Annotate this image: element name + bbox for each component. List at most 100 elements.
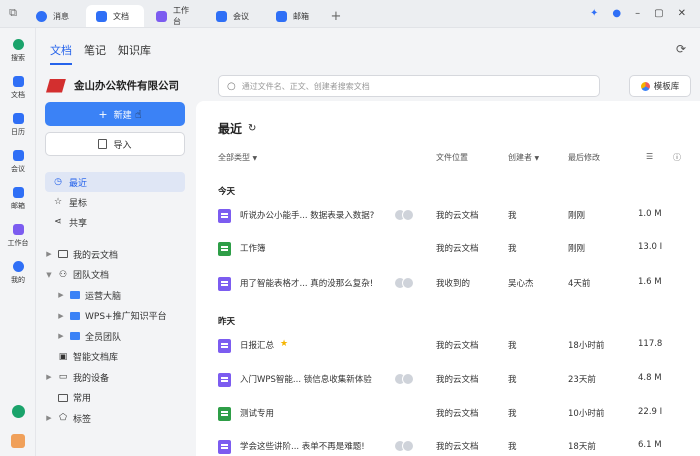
table-row[interactable]: 工作簿 我的云文档 我 刚刚 13.0 I: [218, 238, 688, 258]
tab-mail[interactable]: 邮箱: [266, 5, 324, 27]
share-icon: ⋖: [54, 217, 62, 227]
title-bar: ⧉ 消息 文档 工作台 会议 邮箱 + ✦ ● – ▢ ✕: [0, 0, 700, 28]
collaborator-avatars: [394, 373, 416, 386]
chevron-right-icon[interactable]: ▶: [45, 414, 53, 422]
tree-item-frequent[interactable]: 常用: [45, 388, 205, 409]
search-input[interactable]: ○ 通过文件名、正文、创建者搜索文档: [218, 75, 600, 97]
chevron-right-icon[interactable]: ▶: [45, 373, 53, 381]
home-icon[interactable]: ⧉: [0, 0, 26, 27]
sidebar-item-shared[interactable]: ⋖ 共享: [45, 212, 185, 232]
column-modified: 最后修改: [568, 153, 600, 162]
rail-item-search[interactable]: 搜索: [0, 32, 36, 69]
chat-icon[interactable]: ●: [612, 8, 621, 19]
rail-item-workbench[interactable]: 工作台: [0, 217, 36, 254]
profile-icon: [12, 260, 24, 272]
chevron-down-icon: ▼: [252, 155, 258, 162]
folder-icon: [70, 311, 80, 320]
rail-item-documents[interactable]: 文档: [0, 69, 36, 106]
sort-icon[interactable]: ☰: [646, 152, 653, 161]
chevron-down-icon[interactable]: ▼: [45, 271, 53, 279]
refresh-icon[interactable]: ↻: [248, 123, 256, 134]
document-sidebar: 文档 笔记 知识库 金山办公软件有限公司 + 新建 导入 ◷ 最近 ☆ 星标 ⋖…: [36, 28, 196, 456]
type-filter[interactable]: 全部类型 ▼: [218, 152, 257, 163]
table-row[interactable]: 测试专用 我的云文档 我 10小时前 22.9 I: [218, 403, 688, 423]
group-label-today: 今天: [218, 187, 236, 197]
spreadsheet-file-icon: [218, 242, 231, 256]
maximize-button[interactable]: ▢: [654, 8, 663, 19]
new-tab-button[interactable]: +: [326, 5, 346, 27]
document-file-icon: [218, 209, 231, 223]
table-row[interactable]: 日报汇总 ★ 我的云文档 我 18小时前 117.8: [218, 335, 688, 355]
document-file-icon: [218, 277, 231, 291]
sync-icon[interactable]: ⟳: [676, 42, 686, 56]
chevron-right-icon[interactable]: ▶: [45, 250, 53, 258]
tree-item-team-docs[interactable]: ▼ ⚇ 团队文档: [45, 265, 205, 286]
page-title: 最近 ↻: [218, 122, 257, 136]
new-button[interactable]: + 新建: [45, 102, 185, 126]
tree-item-all-staff[interactable]: ▶ 全员团队: [45, 326, 205, 347]
minimize-button[interactable]: –: [635, 8, 640, 19]
organization-header[interactable]: 金山办公软件有限公司: [46, 78, 179, 93]
folder-icon: [58, 250, 68, 259]
recent-files-panel: 最近 ↻ 全部类型 ▼ 文件位置 创建者 ▼ 最后修改 ☰ ⓘ 今天 听说办公小…: [196, 101, 700, 456]
rail-item-calendar[interactable]: 日历: [0, 106, 36, 143]
organization-name: 金山办公软件有限公司: [74, 80, 179, 92]
table-row[interactable]: 入门WPS智能... 锁信息收集新体验 我的云文档 我 23天前 4.8 M: [218, 369, 688, 389]
tab-messages[interactable]: 消息: [26, 5, 84, 27]
rail-item-profile[interactable]: 我的: [0, 254, 36, 291]
upload-icon[interactable]: [11, 405, 25, 418]
ai-assistant-icon[interactable]: ✦: [590, 8, 598, 19]
creator-filter[interactable]: 创建者 ▼: [508, 152, 539, 163]
tree-item-ops-brain[interactable]: ▶ 运营大脑: [45, 285, 205, 306]
meeting-icon: [12, 149, 24, 161]
hand-cursor-icon: ☝: [135, 108, 142, 121]
search-icon: ○: [227, 80, 236, 92]
tree-item-tags[interactable]: ▶ ⬠ 标签: [45, 408, 205, 429]
import-icon: [98, 139, 108, 149]
company-logo-icon: [46, 78, 66, 93]
tab-documents[interactable]: 文档: [86, 5, 144, 27]
template-library-button[interactable]: 模板库: [629, 75, 691, 97]
document-file-icon: [218, 373, 231, 387]
folder-tree: ▶ 我的云文档 ▼ ⚇ 团队文档 ▶ 运营大脑 ▶ WPS+推广知识平台 ▶ 全…: [45, 244, 205, 429]
tree-item-my-cloud-docs[interactable]: ▶ 我的云文档: [45, 244, 205, 265]
table-header: 全部类型 ▼ 文件位置 创建者 ▼ 最后修改 ☰ ⓘ: [218, 152, 688, 168]
folder-icon: [70, 332, 80, 341]
tree-item-wps-promo[interactable]: ▶ WPS+推广知识平台: [45, 306, 205, 327]
document-file-icon: [218, 440, 231, 454]
document-icon: [12, 75, 24, 87]
rail-item-meeting[interactable]: 会议: [0, 143, 36, 180]
tab-docs[interactable]: 文档: [50, 42, 72, 65]
collaborator-avatars: [394, 209, 416, 222]
tab-knowledge-base[interactable]: 知识库: [118, 42, 151, 65]
sidebar-item-recent[interactable]: ◷ 最近: [45, 172, 185, 192]
workbench-icon: [156, 10, 167, 22]
rail-item-mail[interactable]: 邮箱: [0, 180, 36, 217]
workbench-icon: [12, 223, 24, 235]
chevron-down-icon: ▼: [534, 155, 540, 162]
meeting-icon: [216, 10, 227, 22]
chevron-right-icon[interactable]: ▶: [57, 291, 65, 299]
star-icon[interactable]: ★: [280, 339, 288, 349]
library-icon: ▣: [58, 351, 68, 362]
column-location: 文件位置: [436, 153, 468, 162]
chevron-right-icon[interactable]: ▶: [57, 332, 65, 340]
chevron-right-icon[interactable]: ▶: [57, 312, 65, 320]
tab-workbench[interactable]: 工作台: [146, 5, 204, 27]
table-row[interactable]: 学会这些讲阶... 表单不再是难题! 我的云文档 我 18天前 6.1 M: [218, 436, 688, 456]
close-button[interactable]: ✕: [678, 8, 686, 19]
tree-item-my-devices[interactable]: ▶ ▭ 我的设备: [45, 367, 205, 388]
plus-icon: +: [98, 107, 108, 121]
tab-meeting[interactable]: 会议: [206, 5, 264, 27]
tab-notes[interactable]: 笔记: [84, 42, 106, 65]
sidebar-item-starred[interactable]: ☆ 星标: [45, 192, 185, 212]
info-icon[interactable]: ⓘ: [673, 152, 681, 163]
tree-item-smart-library[interactable]: ▣ 智能文档库: [45, 347, 205, 368]
table-row[interactable]: 用了智能表格才... 真的没那么复杂! 我收到的 吴心杰 4天前 1.6 M: [218, 273, 688, 293]
window-controls: ✦ ● – ▢ ✕: [590, 0, 700, 27]
table-row[interactable]: 听说办公小能手... 数据表录入数据? 我的云文档 我 刚刚 1.0 M: [218, 205, 688, 225]
import-button[interactable]: 导入: [45, 132, 185, 156]
avatar[interactable]: [11, 434, 25, 448]
search-icon: [12, 38, 24, 50]
document-file-icon: [218, 339, 231, 353]
